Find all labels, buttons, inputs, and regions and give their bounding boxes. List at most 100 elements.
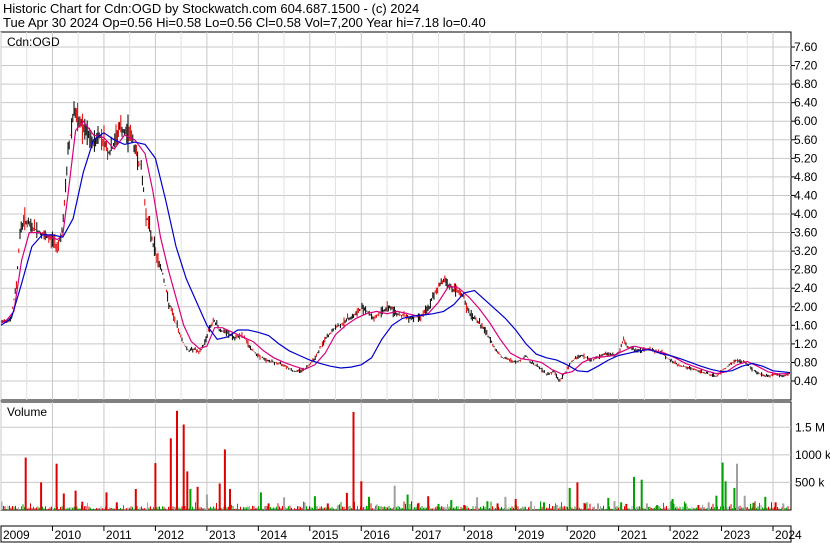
price-tick-label: 0.40 xyxy=(794,374,818,388)
volume-spike xyxy=(218,483,221,510)
volume-spike xyxy=(229,489,231,510)
year-tick-label: 2020 xyxy=(569,528,596,542)
volume-spike xyxy=(450,500,453,510)
volume-spike xyxy=(352,411,355,510)
volume-spike xyxy=(205,494,208,510)
year-tick-label: 2014 xyxy=(260,528,287,542)
volume-spike xyxy=(782,503,785,510)
volume-spike xyxy=(721,462,724,510)
volume-spike xyxy=(584,503,587,510)
volume-spike xyxy=(736,463,738,510)
volume-spike xyxy=(476,497,479,510)
year-axis-labels: 2009 2010 2011 2012 2013 2014 2015 2016 2017 2018… xyxy=(0,526,802,542)
volume-panel-frame xyxy=(0,401,792,511)
volume-spike xyxy=(645,503,648,510)
year-tick-label: 2023 xyxy=(724,528,751,542)
volume-spike xyxy=(437,503,440,510)
volume-spike xyxy=(326,503,329,510)
price-tick-label: 4.80 xyxy=(794,170,818,184)
volume-spike xyxy=(74,490,77,510)
volume-spike xyxy=(134,489,137,510)
volume-spike xyxy=(555,505,558,510)
year-tick-label: 2012 xyxy=(157,528,184,542)
year-tick-label: 2019 xyxy=(518,528,545,542)
volume-spike xyxy=(504,496,507,510)
volume-spike xyxy=(607,497,610,510)
volume-spike xyxy=(189,489,192,510)
volume-spike xyxy=(223,449,226,510)
volume-spike xyxy=(486,501,489,510)
year-tick-label: 2011 xyxy=(106,528,132,542)
volume-spike xyxy=(81,501,84,510)
year-tick-label: 2017 xyxy=(415,528,442,542)
volume-spike xyxy=(186,471,189,510)
price-tick-label: 1.60 xyxy=(794,318,818,332)
year-tick-label: 2015 xyxy=(312,528,339,542)
year-tick-label: 2016 xyxy=(363,528,390,542)
volume-spike xyxy=(182,424,185,510)
price-tick-label: 7.60 xyxy=(794,40,818,54)
volume-spike xyxy=(684,503,687,510)
volume-spike xyxy=(360,481,363,510)
price-tick-label: 6.40 xyxy=(794,96,818,110)
volume-spike xyxy=(633,476,635,510)
year-tick-label: 2018 xyxy=(466,528,493,542)
price-tick-label: 5.20 xyxy=(794,151,818,165)
volume-spike xyxy=(406,494,409,510)
volume-spike xyxy=(368,496,370,510)
volume-tick-label: 500 k xyxy=(795,475,825,489)
volume-spike xyxy=(313,496,316,510)
volume-spike xyxy=(625,503,628,510)
volume-spike xyxy=(416,503,419,510)
stock-chart: 7.60 7.20 6.80 6.40 6.00 5.60 5.20 4.80 4.40 4.00… xyxy=(0,31,830,543)
price-tick-label: 7.20 xyxy=(794,59,818,73)
price-tick-label: 2.80 xyxy=(794,263,818,277)
volume-spike xyxy=(345,492,348,510)
year-tick-label: 2021 xyxy=(621,528,648,542)
year-tick-label: 2022 xyxy=(672,528,699,542)
price-axis-labels: 7.60 7.20 6.80 6.40 6.00 5.60 5.20 4.80 4.40 4.00… xyxy=(794,40,818,388)
volume-spike xyxy=(640,479,643,510)
volume-spike xyxy=(154,463,157,510)
volume-spike xyxy=(375,504,378,510)
volume-spike xyxy=(724,481,727,510)
volume-spike xyxy=(55,463,58,510)
volume-spike xyxy=(496,503,499,510)
price-tick-label: 0.80 xyxy=(794,355,818,369)
volume-spike xyxy=(733,487,736,510)
price-panel-frame xyxy=(0,31,792,401)
volume-spike xyxy=(697,505,700,510)
volume-spike xyxy=(463,505,466,510)
volume-spike xyxy=(393,485,396,510)
volume-spike xyxy=(259,492,262,510)
volume-spike xyxy=(656,505,659,510)
symbol-label: Cdn:OGD xyxy=(7,35,60,49)
volume-spike xyxy=(620,502,623,510)
volume-spike xyxy=(337,505,340,510)
price-tick-label: 5.60 xyxy=(794,133,818,147)
volume-spike xyxy=(176,410,178,510)
volume-spike xyxy=(715,495,718,510)
volume-spike xyxy=(671,499,674,510)
volume-spike xyxy=(774,502,777,510)
price-tick-label: 6.00 xyxy=(794,114,818,128)
volume-spike xyxy=(568,487,571,510)
price-tick-label: 6.80 xyxy=(794,77,818,91)
price-tick-label: 2.40 xyxy=(794,281,818,295)
volume-spike xyxy=(169,438,172,510)
volume-axis-labels: 1.5 M 1000 k 500 k xyxy=(795,420,830,489)
year-tick-label: 2010 xyxy=(54,528,81,542)
volume-tick-label: 1000 k xyxy=(795,448,830,462)
volume-spike xyxy=(283,497,286,510)
year-tick-label: 2024 xyxy=(775,528,802,542)
volume-spike xyxy=(613,501,616,510)
volume-spike xyxy=(597,503,599,510)
volume-spike xyxy=(62,493,65,510)
volume-spike xyxy=(303,502,306,510)
price-tick-label: 4.40 xyxy=(794,188,818,202)
price-tick-label: 1.20 xyxy=(794,337,818,351)
volume-spike xyxy=(707,502,710,510)
year-tick-label: 2009 xyxy=(3,528,30,542)
volume-tick-label: 1.5 M xyxy=(795,420,825,434)
volume-spike xyxy=(40,482,43,510)
